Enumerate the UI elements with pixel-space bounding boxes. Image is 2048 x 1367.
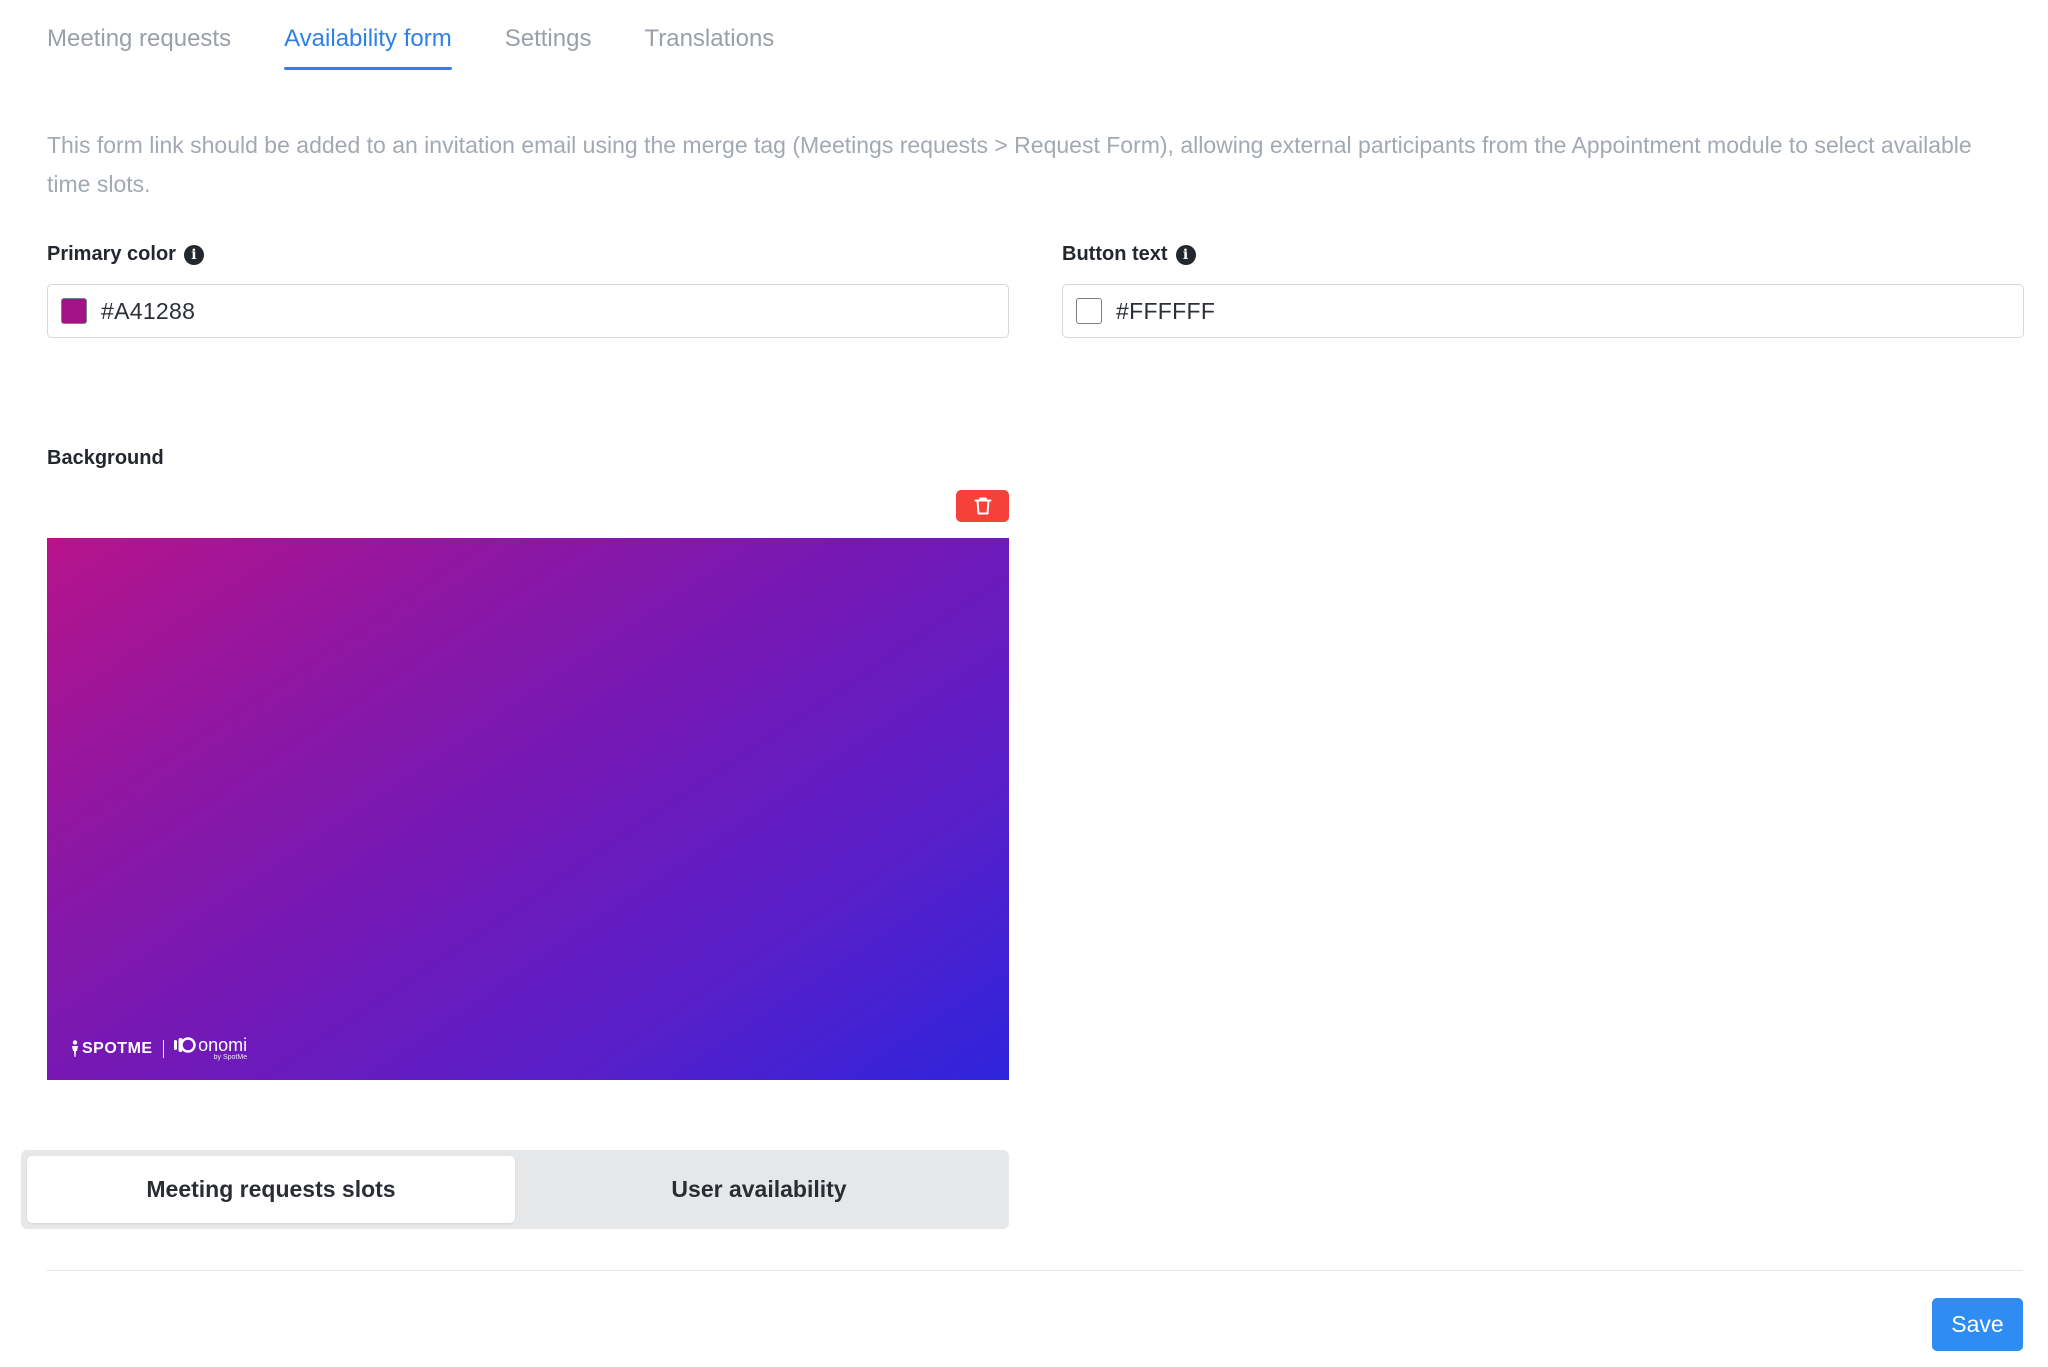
save-button[interactable]: Save (1932, 1298, 2023, 1351)
info-icon[interactable]: i (183, 244, 204, 265)
availability-form-page: Meeting requests Availability form Setti… (0, 0, 2048, 1367)
button-text-label: Button text (1062, 243, 1168, 265)
tab-bar: Meeting requests Availability form Setti… (47, 0, 827, 72)
onomi-logo-text: onomi (198, 1035, 248, 1055)
button-text-label-row: Button text i (1062, 243, 1196, 266)
tab-settings[interactable]: Settings (505, 0, 592, 72)
info-icon[interactable]: i (1175, 244, 1196, 265)
tab-availability-form[interactable]: Availability form (284, 0, 452, 72)
delete-background-button[interactable] (956, 490, 1009, 522)
onomi-mark-icon (174, 1037, 196, 1053)
trash-icon (974, 497, 991, 515)
button-text-color-input[interactable]: #FFFFFF (1062, 284, 2024, 338)
button-text-color-swatch[interactable] (1076, 298, 1102, 324)
tab-translations[interactable]: Translations (644, 0, 774, 72)
background-image-preview[interactable]: SPOTME onomi by SpotMe (47, 538, 1009, 1080)
primary-color-input[interactable]: #A41288 (47, 284, 1009, 338)
tab-meeting-requests[interactable]: Meeting requests (47, 0, 231, 72)
background-label-text: Background (47, 447, 164, 469)
primary-color-value: #A41288 (101, 297, 196, 324)
segment-meeting-requests-slots[interactable]: Meeting requests slots (27, 1156, 515, 1223)
brand-logo: SPOTME onomi by SpotMe (70, 1036, 247, 1061)
background-label: Background (47, 447, 164, 470)
slots-segmented-control: Meeting requests slots User availability (21, 1150, 1009, 1229)
footer-divider (47, 1270, 2023, 1271)
form-description: This form link should be added to an inv… (47, 132, 1972, 197)
person-icon (72, 1039, 78, 1057)
primary-color-swatch[interactable] (61, 298, 87, 324)
primary-color-label: Primary color (47, 243, 176, 265)
logo-divider (162, 1039, 165, 1058)
segment-user-availability[interactable]: User availability (515, 1156, 1003, 1223)
spotme-logo: SPOTME (70, 1040, 153, 1058)
primary-color-label-row: Primary color i (47, 243, 204, 266)
onomi-logo-subtext: by SpotMe (213, 1054, 248, 1061)
button-text-color-value: #FFFFFF (1116, 297, 1216, 324)
spotme-logo-text: SPOTME (82, 1039, 153, 1057)
onomi-logo: onomi by SpotMe (174, 1036, 247, 1061)
